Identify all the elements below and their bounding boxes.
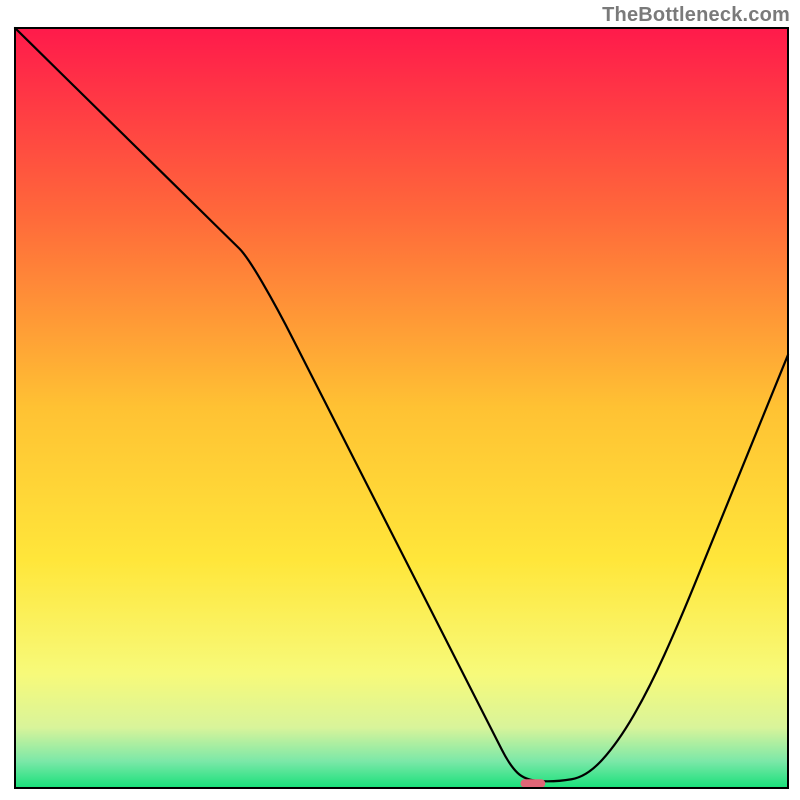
watermark-text: TheBottleneck.com <box>602 4 790 27</box>
chart-stage: TheBottleneck.com <box>0 0 800 800</box>
bottleneck-chart <box>0 0 800 800</box>
highlight-pill <box>521 779 546 787</box>
